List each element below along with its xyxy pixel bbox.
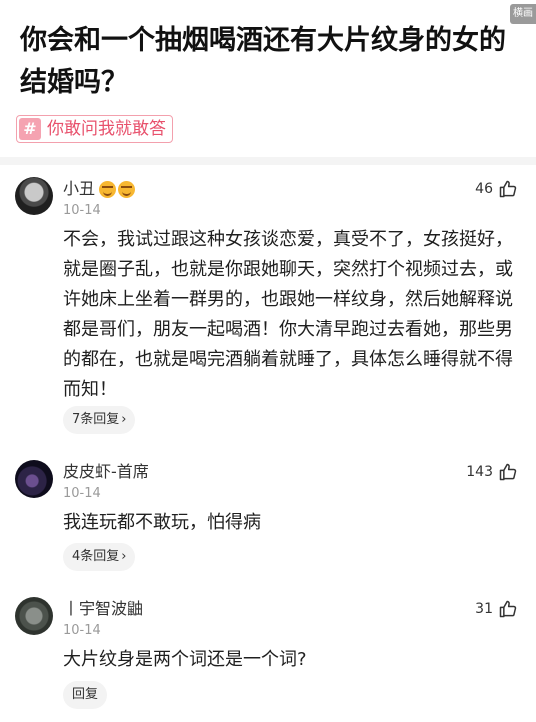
comment-author[interactable]: 皮皮虾-首席 xyxy=(63,461,151,483)
comment-text: 大片纹身是两个词还是一个词? xyxy=(63,649,307,670)
author-name: 丨宇智波鼬 xyxy=(63,599,144,618)
chevron-right-icon: › xyxy=(121,412,127,427)
comment-item: 小丑 10-14 46 不会，我试过跟这种女孩谈恋爱，真受不了，女孩挺好，就是圈… xyxy=(0,177,536,439)
view-replies-button[interactable]: 7条回复 › xyxy=(63,406,136,434)
like-count: 46 xyxy=(475,181,493,197)
like-button[interactable]: 46 xyxy=(475,177,518,201)
user-avatar[interactable] xyxy=(15,597,53,635)
thumbs-up-icon xyxy=(499,600,517,618)
chevron-right-icon: › xyxy=(121,549,127,564)
comment-item: 丨宇智波鼬 10-14 31 大片纹身是两个词还是一个词? 回复 xyxy=(0,597,536,715)
user-avatar[interactable] xyxy=(15,177,53,215)
comment-date: 10-14 xyxy=(63,203,101,218)
view-replies-button[interactable]: 4条回复 › xyxy=(63,543,136,571)
user-avatar[interactable] xyxy=(15,460,53,498)
topic-tag[interactable]: # 你敢问我就敢答 xyxy=(16,115,173,143)
section-divider xyxy=(0,157,536,165)
like-button[interactable]: 31 xyxy=(475,597,518,621)
like-button[interactable]: 143 xyxy=(466,460,518,484)
comment-item: 皮皮虾-首席 10-14 143 我连玩都不敢玩，怕得病 4条回复 › xyxy=(0,460,536,576)
comment-text: 不会，我试过跟这种女孩谈恋爱，真受不了，女孩挺好，就是圈子乱，也就是你跟她聊天，… xyxy=(63,229,513,400)
hashtag-icon: # xyxy=(19,118,41,140)
comment-author[interactable]: 小丑 xyxy=(63,178,136,200)
smirk-emoji-icon xyxy=(118,180,136,198)
topic-label: 你敢问我就敢答 xyxy=(47,119,166,139)
reply-label: 回复 xyxy=(72,687,99,702)
replies-label: 7条回复 xyxy=(72,412,120,427)
like-count: 31 xyxy=(475,601,493,617)
like-count: 143 xyxy=(466,464,493,480)
comment-date: 10-14 xyxy=(63,486,101,501)
thumbs-up-icon xyxy=(499,180,517,198)
comment-author[interactable]: 丨宇智波鼬 xyxy=(63,598,145,620)
smirk-emoji-icon xyxy=(99,180,117,198)
replies-label: 4条回复 xyxy=(72,549,120,564)
author-name: 皮皮虾-首席 xyxy=(63,462,149,481)
comment-text: 我连玩都不敢玩，怕得病 xyxy=(63,512,261,533)
reply-button[interactable]: 回复 xyxy=(63,681,108,709)
question-title: 你会和一个抽烟喝酒还有大片纹身的女的结婚吗？ xyxy=(20,25,506,98)
thumbs-up-icon xyxy=(499,463,517,481)
author-name: 小丑 xyxy=(63,179,96,198)
comment-date: 10-14 xyxy=(63,623,101,638)
